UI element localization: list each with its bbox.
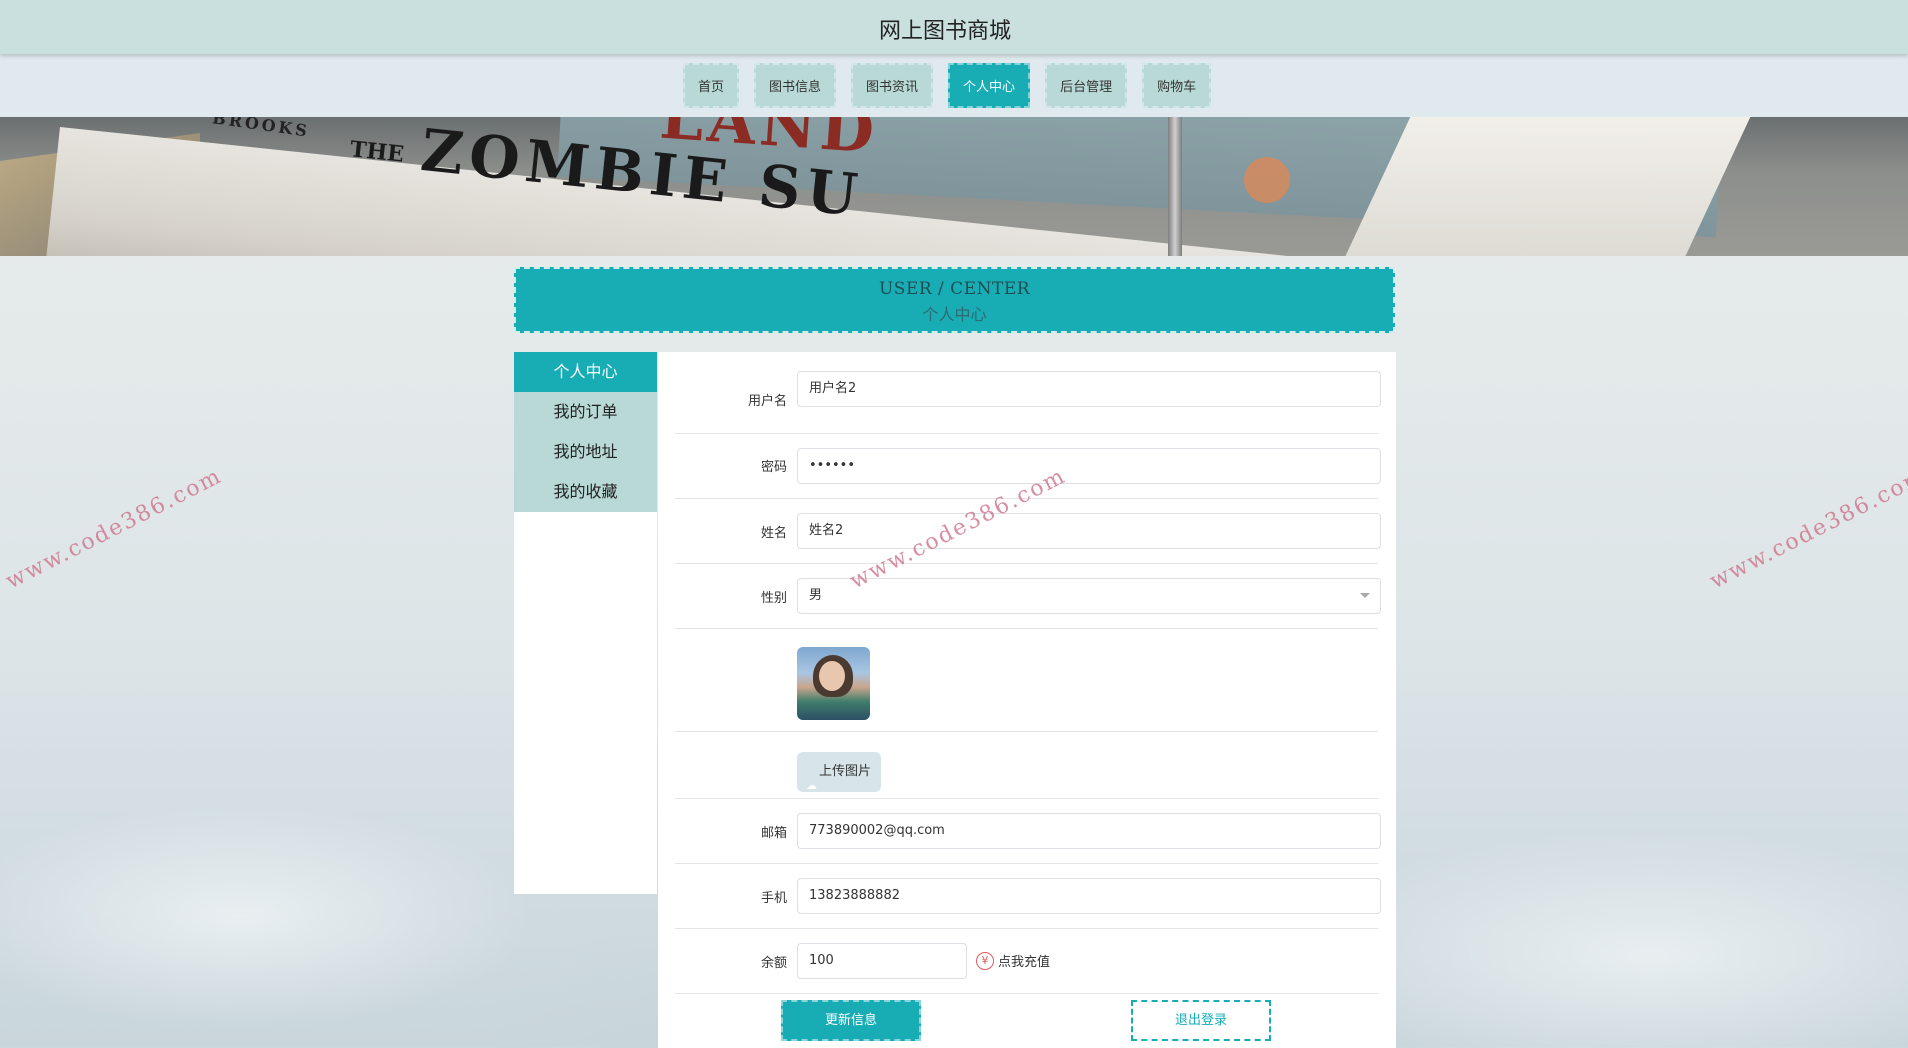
upload-image-label: 上传图片 <box>819 764 872 779</box>
password-label: 密码 <box>760 460 787 475</box>
form-row-username: 用户名 用户名2 <box>675 370 1381 434</box>
nav-item-admin[interactable]: 后台管理 <box>1045 63 1128 108</box>
banner-logo <box>1244 157 1290 203</box>
username-label: 用户名 <box>747 394 787 409</box>
form-row-phone: 手机 13823888882 <box>675 864 1381 929</box>
password-input[interactable]: •••••• <box>797 448 1381 484</box>
banner-image: LAND BROOKS THE ZOMBIE SU <box>0 117 1908 256</box>
form-row-email: 邮箱 773890002@qq.com <box>675 799 1381 864</box>
site-title: 网上图书商城 <box>878 19 1011 44</box>
upload-image-button[interactable]: ☁ 上传图片 <box>797 752 881 792</box>
gender-label: 性别 <box>760 591 787 606</box>
update-info-button[interactable]: 更新信息 <box>781 1000 921 1041</box>
banner-pole <box>1168 117 1182 256</box>
user-center-title-en: USER / CENTER <box>878 279 1031 299</box>
watermark-text: www.code386.com <box>1706 463 1908 595</box>
watermark-text: www.code386.com <box>2 463 227 595</box>
nav-item-cart[interactable]: 购物车 <box>1142 63 1212 108</box>
gender-select[interactable]: 男 <box>797 578 1381 614</box>
chevron-down-icon <box>1360 593 1370 598</box>
username-input[interactable]: 用户名2 <box>797 371 1381 407</box>
banner-text: BROOKS <box>211 117 312 141</box>
form-row-gender: 性别 男 <box>675 564 1381 629</box>
name-label: 姓名 <box>760 526 787 541</box>
balance-input[interactable]: 100 <box>797 943 967 979</box>
form-row-avatar <box>675 629 1378 732</box>
avatar-face <box>819 661 845 691</box>
nav-item-book-news[interactable]: 图书资讯 <box>851 63 934 108</box>
email-label: 邮箱 <box>760 826 787 841</box>
email-input[interactable]: 773890002@qq.com <box>797 813 1381 849</box>
user-center-title-zh: 个人中心 <box>922 305 987 324</box>
gender-value: 男 <box>809 588 823 603</box>
profile-form: 用户名 用户名2 密码 •••••• 姓名 姓名2 性别 男 ☁ 上传图片 邮箱… <box>658 352 1396 1048</box>
balance-label: 余额 <box>760 956 787 971</box>
form-row-name: 姓名 姓名2 <box>675 499 1381 564</box>
banner-book <box>1345 117 1755 256</box>
form-row-upload: ☁ 上传图片 <box>675 732 1378 799</box>
phone-label: 手机 <box>760 891 787 906</box>
recharge-link[interactable]: ¥ 点我充值 <box>976 951 1050 970</box>
nav-item-book-info[interactable]: 图书信息 <box>754 63 837 108</box>
name-input[interactable]: 姓名2 <box>797 513 1381 549</box>
nav-item-home[interactable]: 首页 <box>683 63 740 108</box>
sidebar-item-my-favorites[interactable]: 我的收藏 <box>514 472 657 512</box>
phone-input[interactable]: 13823888882 <box>797 878 1381 914</box>
nav-list: 首页 图书信息 图书资讯 个人中心 后台管理 购物车 <box>683 63 1226 108</box>
banner-text: THE <box>348 136 406 168</box>
sidebar-item-my-address[interactable]: 我的地址 <box>514 432 657 472</box>
avatar <box>797 647 870 720</box>
sidebar-menu: 个人中心 我的订单 我的地址 我的收藏 <box>514 352 657 512</box>
site-header: 网上图书商城 <box>0 0 1908 54</box>
user-center-header: USER / CENTER 个人中心 <box>514 267 1395 333</box>
sidebar-item-my-orders[interactable]: 我的订单 <box>514 392 657 432</box>
main-nav: 首页 图书信息 图书资讯 个人中心 后台管理 购物车 <box>0 54 1908 117</box>
form-row-balance: 余额 100 ¥ 点我充值 <box>675 929 1378 994</box>
recharge-label: 点我充值 <box>998 955 1051 970</box>
nav-item-user-center[interactable]: 个人中心 <box>948 63 1031 108</box>
logout-button[interactable]: 退出登录 <box>1131 1000 1271 1041</box>
yen-icon: ¥ <box>976 951 994 970</box>
sidebar-item-user-center[interactable]: 个人中心 <box>514 352 657 392</box>
